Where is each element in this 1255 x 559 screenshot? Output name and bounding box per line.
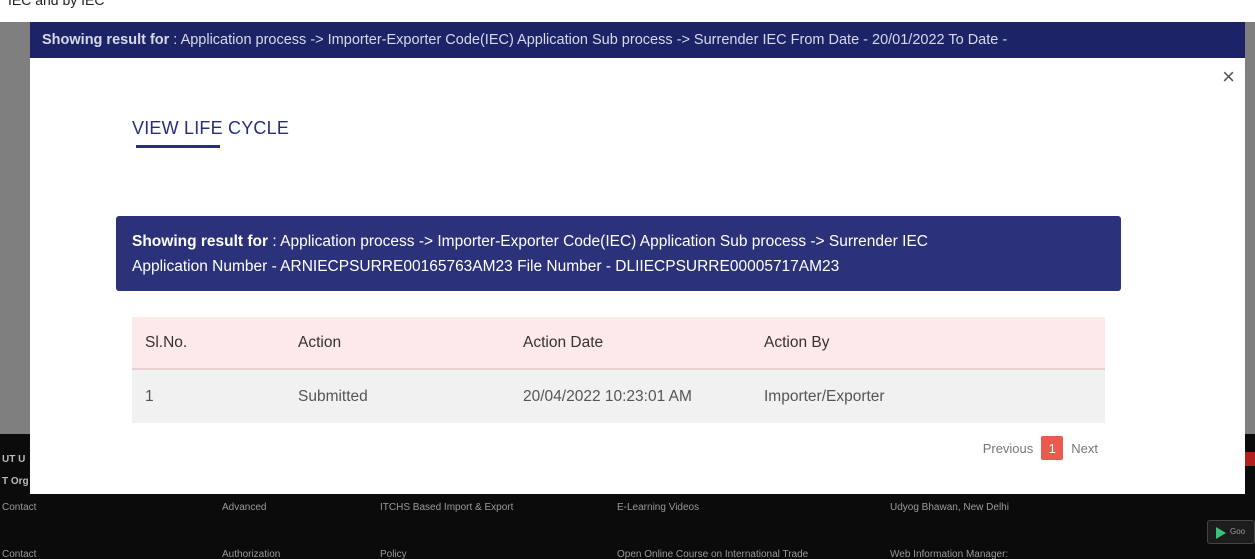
background-banner-label: Showing result for xyxy=(42,32,170,48)
result-line-2: Application Number - ARNIECPSURRE0016576… xyxy=(132,258,840,275)
cell-action-by: Importer/Exporter xyxy=(764,387,885,405)
pagination: Previous 1 Next xyxy=(983,436,1098,460)
footer-link[interactable]: Contact xyxy=(2,549,36,559)
footer-link[interactable]: Contact xyxy=(2,502,36,513)
footer-link[interactable]: Open Online Course on International Trad… xyxy=(617,549,808,559)
footer-link[interactable]: Policy xyxy=(380,549,407,559)
close-icon[interactable]: × xyxy=(1222,66,1235,88)
footer-link[interactable]: Advanced xyxy=(222,502,266,513)
column-header-sl-no[interactable]: Sl.No. xyxy=(132,334,285,352)
footer-link[interactable]: E-Learning Videos xyxy=(617,502,699,513)
result-summary-bar: Showing result for : Application process… xyxy=(116,216,1121,291)
cell-sl-no: 1 xyxy=(145,387,154,405)
footer-link[interactable]: Authorization xyxy=(222,549,280,559)
footer-left-label: T Org xyxy=(2,476,29,487)
table-row: 1 Submitted 20/04/2022 10:23:01 AM Impor… xyxy=(132,370,1105,423)
title-underline xyxy=(136,145,220,148)
column-header-action-date[interactable]: Action Date xyxy=(510,334,751,352)
background-banner-text: : Application process -> Importer-Export… xyxy=(169,32,1008,48)
result-label: Showing result for xyxy=(132,233,269,250)
next-page-button[interactable]: Next xyxy=(1071,441,1098,456)
previous-page-button[interactable]: Previous xyxy=(983,441,1034,456)
footer-link[interactable]: ITCHS Based Import & Export xyxy=(380,502,513,513)
cell-action-date: 20/04/2022 10:23:01 AM xyxy=(523,387,692,405)
play-store-text: Goo xyxy=(1230,527,1246,536)
result-path: : Application process -> Importer-Export… xyxy=(268,233,928,250)
result-line-1: Showing result for : Application process… xyxy=(132,229,1105,254)
background-top-text: IEC and by IEC xyxy=(8,0,105,8)
cell-action: Submitted xyxy=(298,387,368,405)
background-top-strip: IEC and by IEC xyxy=(0,0,1255,22)
column-header-action-by[interactable]: Action By xyxy=(751,334,1105,352)
modal-title: VIEW LIFE CYCLE xyxy=(132,118,290,138)
footer-text: Udyog Bhawan, New Delhi xyxy=(890,502,1009,513)
life-cycle-table: Sl.No. Action Action Date Action By 1 Su… xyxy=(132,317,1105,423)
footer-text: Web Information Manager: xyxy=(890,549,1009,559)
current-page-button[interactable]: 1 xyxy=(1041,436,1064,460)
column-header-action[interactable]: Action xyxy=(285,334,510,352)
life-cycle-modal: × VIEW LIFE CYCLE Showing result for : A… xyxy=(30,58,1245,494)
footer-left-label: UT U xyxy=(2,454,26,465)
play-store-icon xyxy=(1216,527,1226,539)
table-header-row: Sl.No. Action Action Date Action By xyxy=(132,317,1105,370)
play-store-badge[interactable]: Goo xyxy=(1207,520,1255,544)
